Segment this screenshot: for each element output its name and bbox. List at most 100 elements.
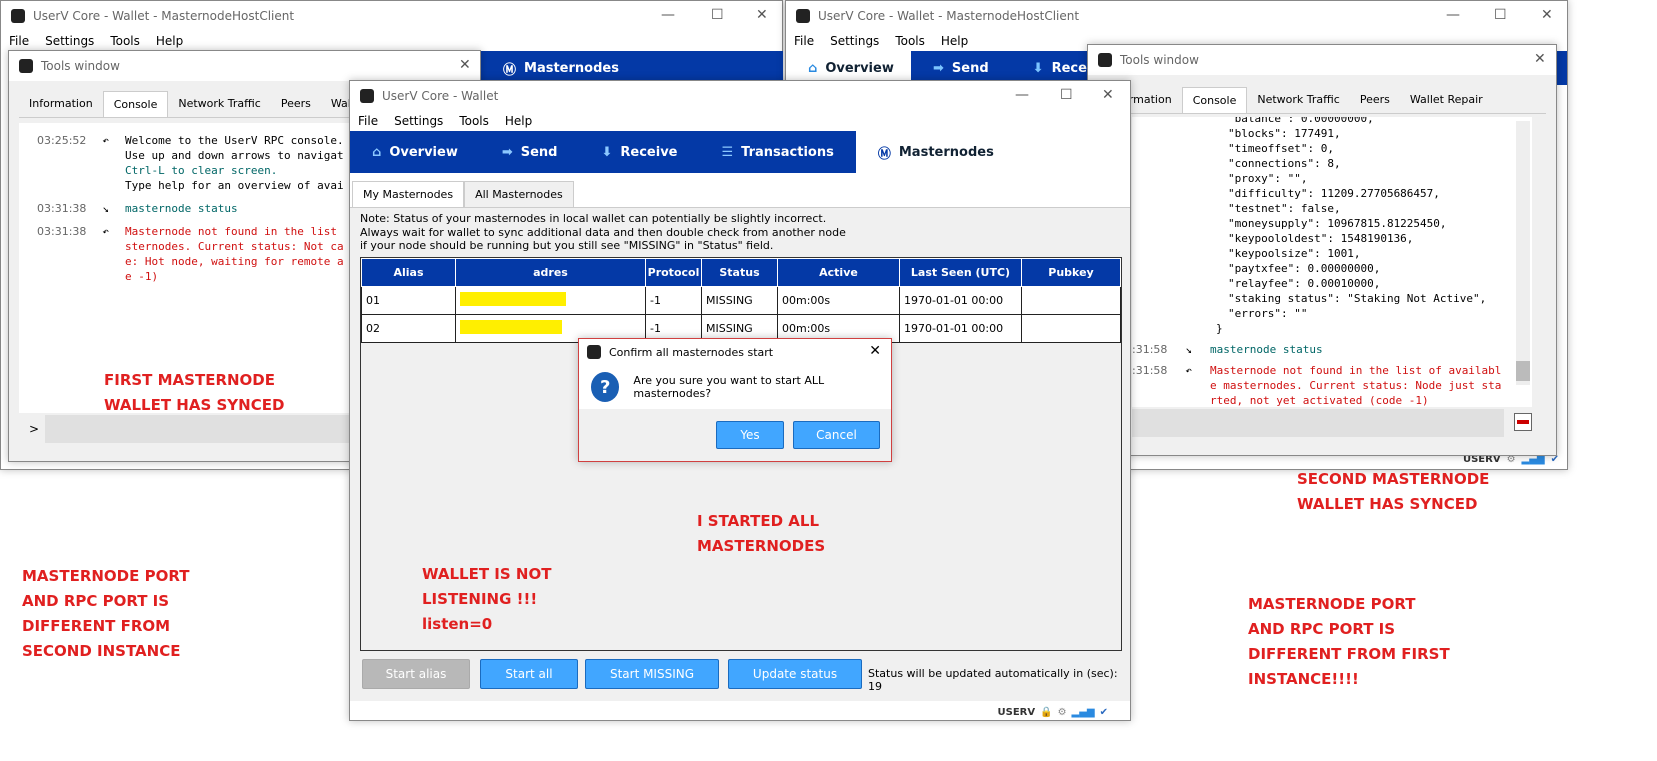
tab-network-traffic[interactable]: Network Traffic — [1247, 87, 1349, 113]
tools-title-bar: Tools window ✕ — [9, 51, 480, 81]
console-line: rted, not yet activated (code -1) — [1210, 394, 1429, 407]
dialog-title-bar: Confirm all masternodes start ✕ — [579, 339, 891, 365]
table-row[interactable]: 01 -1 MISSING 00m:00s 1970-01-01 00:00 — [361, 286, 1121, 315]
update-status-button[interactable]: Update status — [728, 659, 862, 689]
maximize-button[interactable]: ☐ — [1494, 7, 1507, 23]
tab-wallet-repair[interactable]: Wallet Repair — [1400, 87, 1493, 113]
close-button[interactable]: ✕ — [756, 7, 768, 23]
reply-icon: ↶ — [102, 225, 110, 238]
console-scrollbar[interactable] — [1516, 121, 1530, 385]
console-line: e masternodes. Current status: Node just… — [1210, 379, 1502, 392]
menu-settings[interactable]: Settings — [394, 114, 443, 128]
console-line: e: Hot node, waiting for remote a — [125, 255, 344, 268]
cell-last-seen: 1970-01-01 00:00 — [899, 314, 1022, 343]
menu-file[interactable]: File — [358, 114, 378, 128]
minimize-button[interactable]: — — [1015, 87, 1029, 103]
nav-overview[interactable]: ⌂ Overview — [350, 131, 480, 173]
minimize-button[interactable]: — — [661, 7, 675, 23]
app-logo-icon — [11, 9, 25, 23]
menu-file[interactable]: File — [9, 34, 29, 48]
command-icon: ↘ — [1185, 343, 1193, 356]
menu-tools[interactable]: Tools — [895, 34, 925, 48]
close-button[interactable]: ✕ — [1534, 51, 1546, 67]
tab-network-traffic[interactable]: Network Traffic — [168, 91, 270, 117]
note-line: Always wait for wallet to sync additiona… — [360, 225, 846, 239]
col-active[interactable]: Active — [777, 258, 900, 287]
nav-label: Overview — [825, 60, 894, 76]
console-json-line: "proxy": "", — [1228, 172, 1308, 185]
col-alias[interactable]: Alias — [361, 258, 456, 287]
tab-my-masternodes[interactable]: My Masternodes — [352, 181, 465, 207]
col-last-seen[interactable]: Last Seen (UTC) — [899, 258, 1022, 287]
minimize-button[interactable]: — — [1446, 7, 1460, 23]
console-input[interactable] — [1132, 409, 1504, 437]
col-protocol[interactable]: Protocol — [645, 258, 702, 287]
menu-help[interactable]: Help — [156, 34, 183, 48]
annotation-started-all: I STARTED ALL MASTERNODES — [697, 512, 826, 555]
console-json-line: "paytxfee": 0.00000000, — [1228, 262, 1381, 275]
clear-console-button[interactable] — [1514, 413, 1532, 431]
timestamp: 03:31:38 — [37, 202, 87, 215]
maximize-button[interactable]: ☐ — [711, 7, 724, 23]
console-line: Welcome to the UserV RPC console. — [125, 134, 344, 147]
masternodes-icon: Ⓜ — [877, 146, 891, 162]
menu-tools[interactable]: Tools — [110, 34, 140, 48]
maximize-button[interactable]: ☐ — [1060, 87, 1073, 103]
cell-protocol: -1 — [645, 286, 702, 315]
console-line: Masternode not found in the list of avai… — [1210, 364, 1502, 377]
sync-icon: ⚙ — [1057, 707, 1067, 718]
console-json-line: "keypoololdest": 1548190136, — [1228, 232, 1414, 245]
tab-peers[interactable]: Peers — [271, 91, 321, 117]
console-line: e -1) — [125, 270, 159, 283]
question-icon: ? — [591, 372, 620, 402]
menu-settings[interactable]: Settings — [45, 34, 94, 48]
auto-update-text: Status will be updated automatically in … — [868, 667, 1130, 693]
lock-icon: 🔒 — [1040, 707, 1053, 718]
col-pubkey[interactable]: Pubkey — [1021, 258, 1121, 287]
start-all-button[interactable]: Start all — [480, 659, 578, 689]
nav-label: Send — [520, 144, 558, 160]
confirm-dialog: Confirm all masternodes start ✕ ? Are you … — [578, 338, 892, 462]
start-alias-button[interactable]: Start alias — [362, 659, 470, 689]
tools-tabs: Information Console Network Traffic Peers Wa… — [1098, 87, 1546, 114]
tab-console[interactable]: Console — [102, 91, 169, 117]
cell-last-seen: 1970-01-01 00:00 — [899, 286, 1022, 315]
note-text: Note: Status of your masternodes in loca… — [350, 208, 1130, 257]
title-bar: UserV Core - Wallet — ☐ ✕ — [350, 81, 1130, 111]
nav-transactions[interactable]: ☰ Transactions — [700, 131, 856, 173]
col-status[interactable]: Status — [701, 258, 778, 287]
cell-pubkey — [1021, 286, 1121, 315]
close-button[interactable]: ✕ — [869, 343, 881, 359]
col-address[interactable]: adres — [455, 258, 646, 287]
menu-file[interactable]: File — [794, 34, 814, 48]
menu-help[interactable]: Help — [505, 114, 532, 128]
console-json-line: "connections": 8, — [1228, 157, 1341, 170]
timestamp: 03:31:38 — [37, 225, 87, 238]
tools-title: Tools window — [1120, 53, 1199, 67]
tab-all-masternodes[interactable]: All Masternodes — [464, 181, 574, 207]
yes-button[interactable]: Yes — [716, 421, 784, 449]
start-missing-button[interactable]: Start MISSING — [585, 659, 719, 689]
close-button[interactable]: ✕ — [1541, 7, 1553, 23]
close-button[interactable]: ✕ — [1102, 87, 1114, 103]
console-line: Masternode not found in the list — [125, 225, 337, 238]
menu-tools[interactable]: Tools — [459, 114, 489, 128]
tab-console[interactable]: Console — [1181, 87, 1248, 113]
close-button[interactable]: ✕ — [459, 57, 471, 73]
note-line: Note: Status of your masternodes in loca… — [360, 212, 827, 225]
cell-status: MISSING — [701, 286, 778, 315]
nav-label: Masternodes — [898, 144, 994, 160]
nav-masternodes[interactable]: Ⓜ Masternodes — [855, 131, 1006, 173]
menu-settings[interactable]: Settings — [830, 34, 879, 48]
dialog-message: Are you sure you want to start ALL maste… — [633, 374, 825, 400]
nav-receive[interactable]: ⬇ Receive — [579, 131, 699, 173]
window-title: UserV Core - Wallet - MasternodeHostClie… — [33, 9, 295, 23]
signal-icon: ▂▄▆ — [1071, 707, 1095, 718]
home-icon: ⌂ — [372, 144, 382, 160]
reply-icon: ↶ — [102, 134, 110, 147]
cancel-button[interactable]: Cancel — [793, 421, 880, 449]
nav-send[interactable]: ➡ Send — [480, 131, 580, 173]
menu-help[interactable]: Help — [941, 34, 968, 48]
tab-information[interactable]: Information — [19, 91, 103, 117]
tab-peers[interactable]: Peers — [1350, 87, 1400, 113]
